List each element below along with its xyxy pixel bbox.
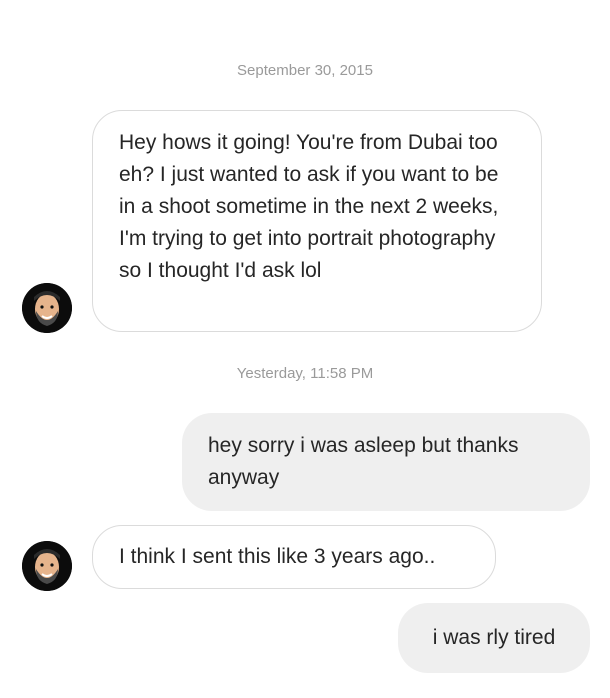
avatar-face-icon xyxy=(22,541,72,591)
outgoing-message-bubble[interactable]: i was rly tired xyxy=(398,603,590,673)
sender-avatar[interactable] xyxy=(22,541,72,591)
message-text: hey sorry i was asleep but thanks anyway xyxy=(208,434,519,489)
sender-avatar[interactable] xyxy=(22,283,72,333)
avatar-face-icon xyxy=(22,283,72,333)
timestamp-separator: September 30, 2015 xyxy=(237,62,373,79)
timestamp-separator: Yesterday, 11:58 PM xyxy=(236,365,374,382)
message-text: i was rly tired xyxy=(432,626,556,649)
incoming-message-bubble[interactable]: Hey hows it going! You're from Dubai too… xyxy=(92,110,542,332)
incoming-message-bubble[interactable]: I think I sent this like 3 years ago.. xyxy=(92,525,496,589)
message-text: I think I sent this like 3 years ago.. xyxy=(119,545,436,568)
outgoing-message-bubble[interactable]: hey sorry i was asleep but thanks anyway xyxy=(182,413,590,511)
message-text: Hey hows it going! You're from Dubai too… xyxy=(119,131,499,282)
